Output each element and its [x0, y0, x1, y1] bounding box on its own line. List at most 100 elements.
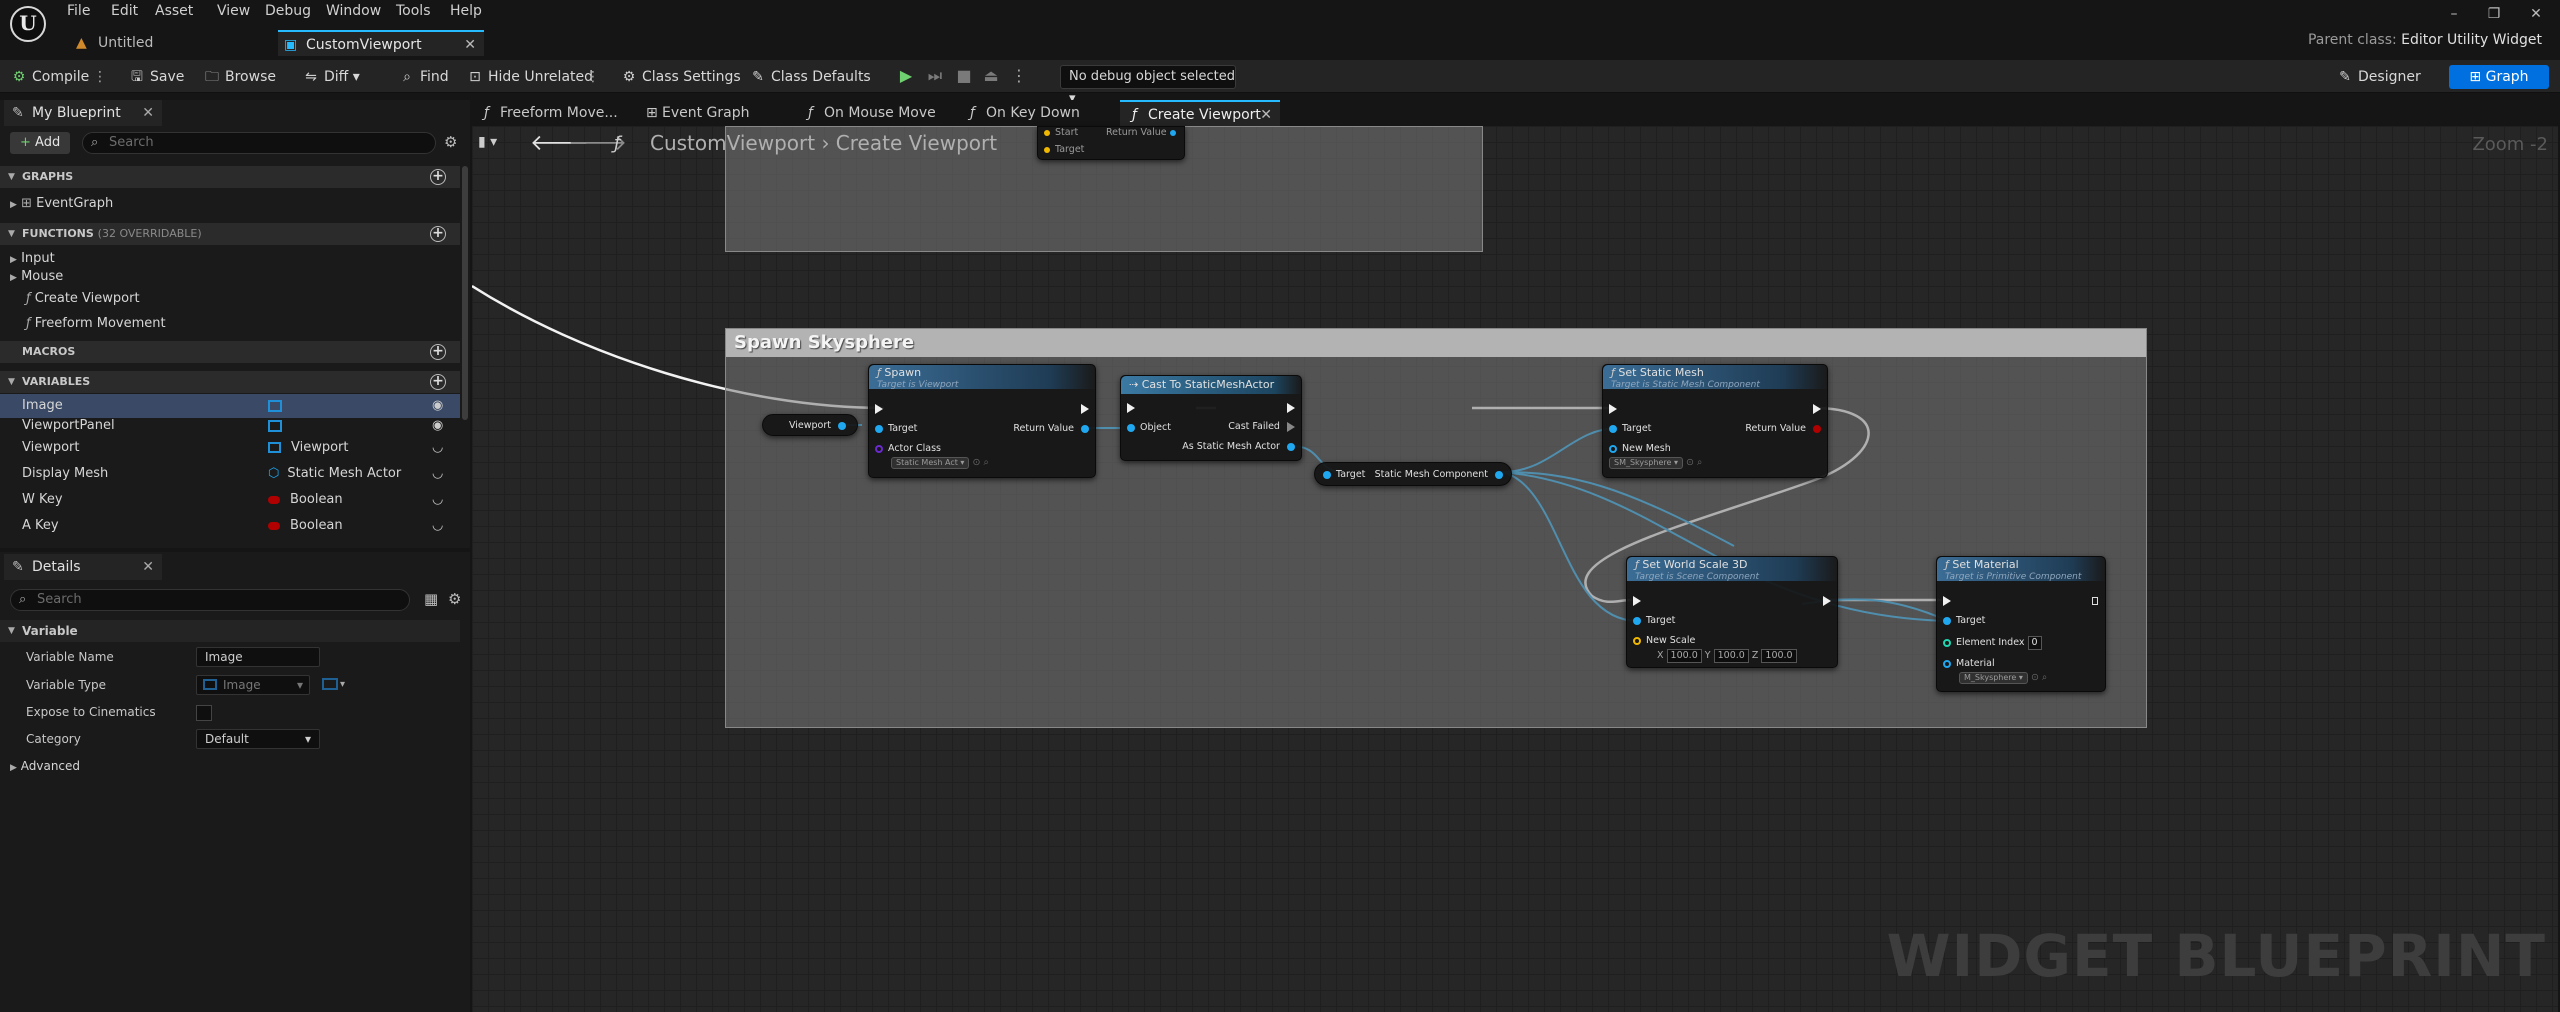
- close-tab-icon[interactable]: ✕: [464, 32, 476, 58]
- doc-tab-untitled[interactable]: ▲ Untitled: [70, 30, 270, 56]
- breadcrumb-root[interactable]: CustomViewport: [650, 131, 815, 155]
- breadcrumb-current[interactable]: Create Viewport: [836, 131, 997, 155]
- tree-item-freeform-movement[interactable]: ƒ Freeform Movement: [0, 314, 460, 334]
- object-pin-icon[interactable]: [1323, 470, 1331, 479]
- object-pin-icon[interactable]: [875, 424, 883, 433]
- exec-out-pin-icon[interactable]: [1287, 402, 1295, 413]
- scale-z-input[interactable]: 100.0: [1761, 649, 1797, 663]
- boolean-pin-icon[interactable]: [1813, 424, 1821, 433]
- details-tab[interactable]: ✎ Details ✕: [4, 554, 162, 580]
- vector-pin-icon[interactable]: [1633, 636, 1641, 645]
- stop-icon[interactable]: ■: [953, 65, 975, 87]
- expose-cinematics-checkbox[interactable]: [196, 705, 212, 721]
- my-blueprint-tab[interactable]: ✎ My Blueprint ✕: [4, 100, 162, 126]
- menu-help[interactable]: Help: [450, 1, 482, 21]
- close-icon[interactable]: ✕: [2522, 4, 2550, 24]
- step-icon[interactable]: ⏭: [924, 65, 946, 87]
- tree-item-input[interactable]: ▶ Input: [0, 249, 460, 269]
- node-spawn[interactable]: ƒ Spawn Target is Viewport Target Return …: [868, 364, 1096, 478]
- visibility-closed-icon[interactable]: ◡: [432, 462, 443, 486]
- variable-row-viewportpanel[interactable]: ViewportPanel ◉: [0, 414, 460, 438]
- object-pin-icon[interactable]: [1943, 659, 1951, 668]
- visibility-closed-icon[interactable]: ◡: [432, 514, 443, 538]
- variable-section-header[interactable]: ▼ Variable: [0, 620, 460, 642]
- graph-history-dropdown[interactable]: ▮ ▾: [478, 134, 497, 150]
- class-pin-icon[interactable]: [875, 444, 883, 453]
- material-select[interactable]: M_Skysphere ▾: [1959, 672, 2028, 684]
- exec-in-pin-icon[interactable]: [1943, 595, 1951, 606]
- minimize-icon[interactable]: –: [2440, 4, 2468, 24]
- compile-button[interactable]: ⚙ Compile: [10, 66, 90, 88]
- menu-debug[interactable]: Debug: [265, 1, 311, 21]
- object-pin-icon[interactable]: [1127, 423, 1135, 432]
- object-pin-icon[interactable]: [1609, 424, 1617, 433]
- visibility-eye-icon[interactable]: ◉: [432, 414, 443, 438]
- exec-in-pin-icon[interactable]: [875, 403, 883, 414]
- graph-tab-event-graph[interactable]: ⊞ Event Graph: [634, 100, 760, 126]
- graph-button[interactable]: ⊞ Graph: [2449, 65, 2549, 89]
- find-button[interactable]: ⌕ Find: [398, 66, 449, 88]
- graph-tab-freeform-movement[interactable]: ƒ Freeform Move...: [472, 100, 628, 126]
- blueprint-scrollbar[interactable]: [462, 166, 468, 420]
- debug-object-select[interactable]: No debug object selected ▾: [1060, 65, 1236, 106]
- object-pin-icon[interactable]: [1609, 444, 1617, 453]
- diff-button[interactable]: ⇋ Diff ▾: [302, 66, 360, 88]
- unreal-logo-icon[interactable]: U: [10, 6, 46, 42]
- object-pin-icon[interactable]: [1081, 424, 1089, 433]
- more-options-icon[interactable]: ⋮: [586, 66, 600, 88]
- category-select[interactable]: Default ▾: [196, 729, 320, 749]
- exec-in-pin-icon[interactable]: [1609, 403, 1617, 414]
- blueprint-search-input[interactable]: ⌕ Search: [82, 132, 436, 154]
- variable-name-input[interactable]: Image: [196, 647, 320, 667]
- scale-y-input[interactable]: 100.0: [1713, 649, 1749, 663]
- container-type-icon[interactable]: [322, 678, 338, 690]
- add-button[interactable]: + Add: [10, 132, 70, 154]
- graphs-section-header[interactable]: ▼ GRAPHS +: [0, 166, 460, 188]
- graph-tab-on-key-down[interactable]: ƒ On Key Down: [958, 100, 1090, 126]
- object-pin-icon[interactable]: [1943, 616, 1951, 625]
- variable-row-w-key[interactable]: W Key Boolean ◡: [0, 488, 460, 512]
- node-set-world-scale-3d[interactable]: ƒ Set World Scale 3D Target is Scene Comp…: [1626, 556, 1838, 668]
- node-get-viewport[interactable]: Viewport: [762, 414, 858, 436]
- exec-out-pin-icon[interactable]: [1081, 403, 1089, 414]
- variable-row-display-mesh[interactable]: Display Mesh ⬡ Static Mesh Actor ◡: [0, 462, 460, 486]
- graph-tab-on-mouse-move[interactable]: ƒ On Mouse Move: [796, 100, 946, 126]
- variables-section-header[interactable]: ▼ VARIABLES +: [0, 371, 460, 393]
- comment-title[interactable]: Spawn Skysphere: [726, 329, 2146, 357]
- compile-options-icon[interactable]: ⋮: [93, 66, 107, 88]
- save-button[interactable]: 🖫 Save: [128, 66, 184, 88]
- menu-view[interactable]: View: [217, 1, 250, 21]
- menu-window[interactable]: Window: [326, 1, 381, 21]
- graph-tab-create-viewport[interactable]: ƒ Create Viewport ✕: [1120, 100, 1280, 126]
- variable-row-a-key[interactable]: A Key Boolean ◡: [0, 514, 460, 538]
- object-pin-icon[interactable]: [838, 421, 846, 430]
- node-set-static-mesh[interactable]: ƒ Set Static Mesh Target is Static Mesh C…: [1602, 364, 1828, 478]
- exec-out-pin-icon[interactable]: [1287, 421, 1295, 432]
- node-set-material[interactable]: ƒ Set Material Target is Primitive Compon…: [1936, 556, 2106, 692]
- menu-tools[interactable]: Tools: [396, 1, 431, 21]
- exec-out-pin-icon[interactable]: [1823, 595, 1831, 606]
- close-panel-icon[interactable]: ✕: [142, 554, 154, 580]
- advanced-section[interactable]: ▶ Advanced: [0, 756, 460, 776]
- add-function-icon[interactable]: +: [430, 226, 446, 242]
- play-icon[interactable]: ▶: [895, 65, 917, 87]
- hide-unrelated-button[interactable]: ⊡ Hide Unrelated: [466, 66, 593, 88]
- restore-icon[interactable]: ❐: [2480, 4, 2508, 24]
- add-graph-icon[interactable]: +: [430, 169, 446, 185]
- object-pin-icon[interactable]: [1287, 442, 1295, 451]
- node-get-static-mesh-component[interactable]: Target Static Mesh Component: [1314, 462, 1512, 486]
- exec-in-pin-icon[interactable]: [1127, 402, 1135, 413]
- close-panel-icon[interactable]: ✕: [142, 100, 154, 126]
- object-pin-icon[interactable]: [1495, 470, 1503, 479]
- parent-class-link[interactable]: Editor Utility Widget: [2401, 32, 2542, 48]
- element-index-input[interactable]: 0: [2027, 636, 2042, 650]
- variable-type-select[interactable]: Image ▾: [196, 675, 310, 695]
- scale-x-input[interactable]: 100.0: [1666, 649, 1702, 663]
- node-top-partial[interactable]: Start Return Value Target: [1037, 126, 1185, 160]
- browse-asset-icon[interactable]: ⊙ ⌕: [2031, 672, 2047, 683]
- functions-section-header[interactable]: ▼ FUNCTIONS (32 OVERRIDABLE) +: [0, 223, 460, 245]
- exec-out-pin-icon[interactable]: [2091, 596, 2099, 606]
- table-view-icon[interactable]: ▦: [424, 590, 438, 608]
- browse-asset-icon[interactable]: ⊙ ⌕: [972, 457, 988, 468]
- play-options-icon[interactable]: ⋮: [1008, 65, 1030, 87]
